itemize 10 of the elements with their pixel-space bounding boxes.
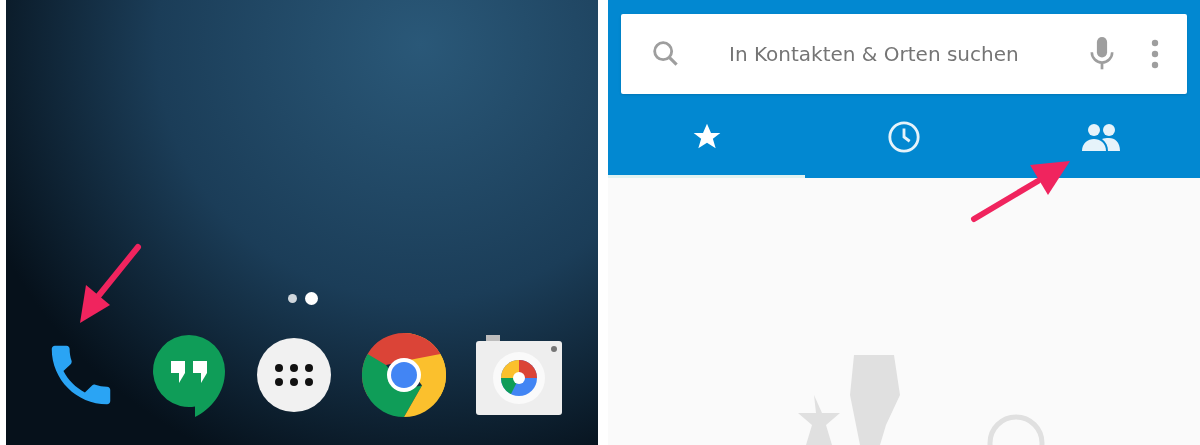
clock-icon <box>887 119 921 154</box>
camera-icon[interactable] <box>476 335 562 415</box>
microphone-icon[interactable] <box>1089 37 1115 71</box>
browser-logo-icon[interactable] <box>361 333 446 417</box>
search-input[interactable]: In Kontakten & Orten suchen <box>729 39 1089 69</box>
app-grid-icon[interactable] <box>257 338 331 412</box>
more-options-icon[interactable] <box>1151 39 1159 69</box>
chat-icon[interactable] <box>150 333 227 417</box>
people-icon <box>1082 122 1121 151</box>
search-field[interactable]: In Kontakten & Orten suchen <box>621 14 1187 94</box>
